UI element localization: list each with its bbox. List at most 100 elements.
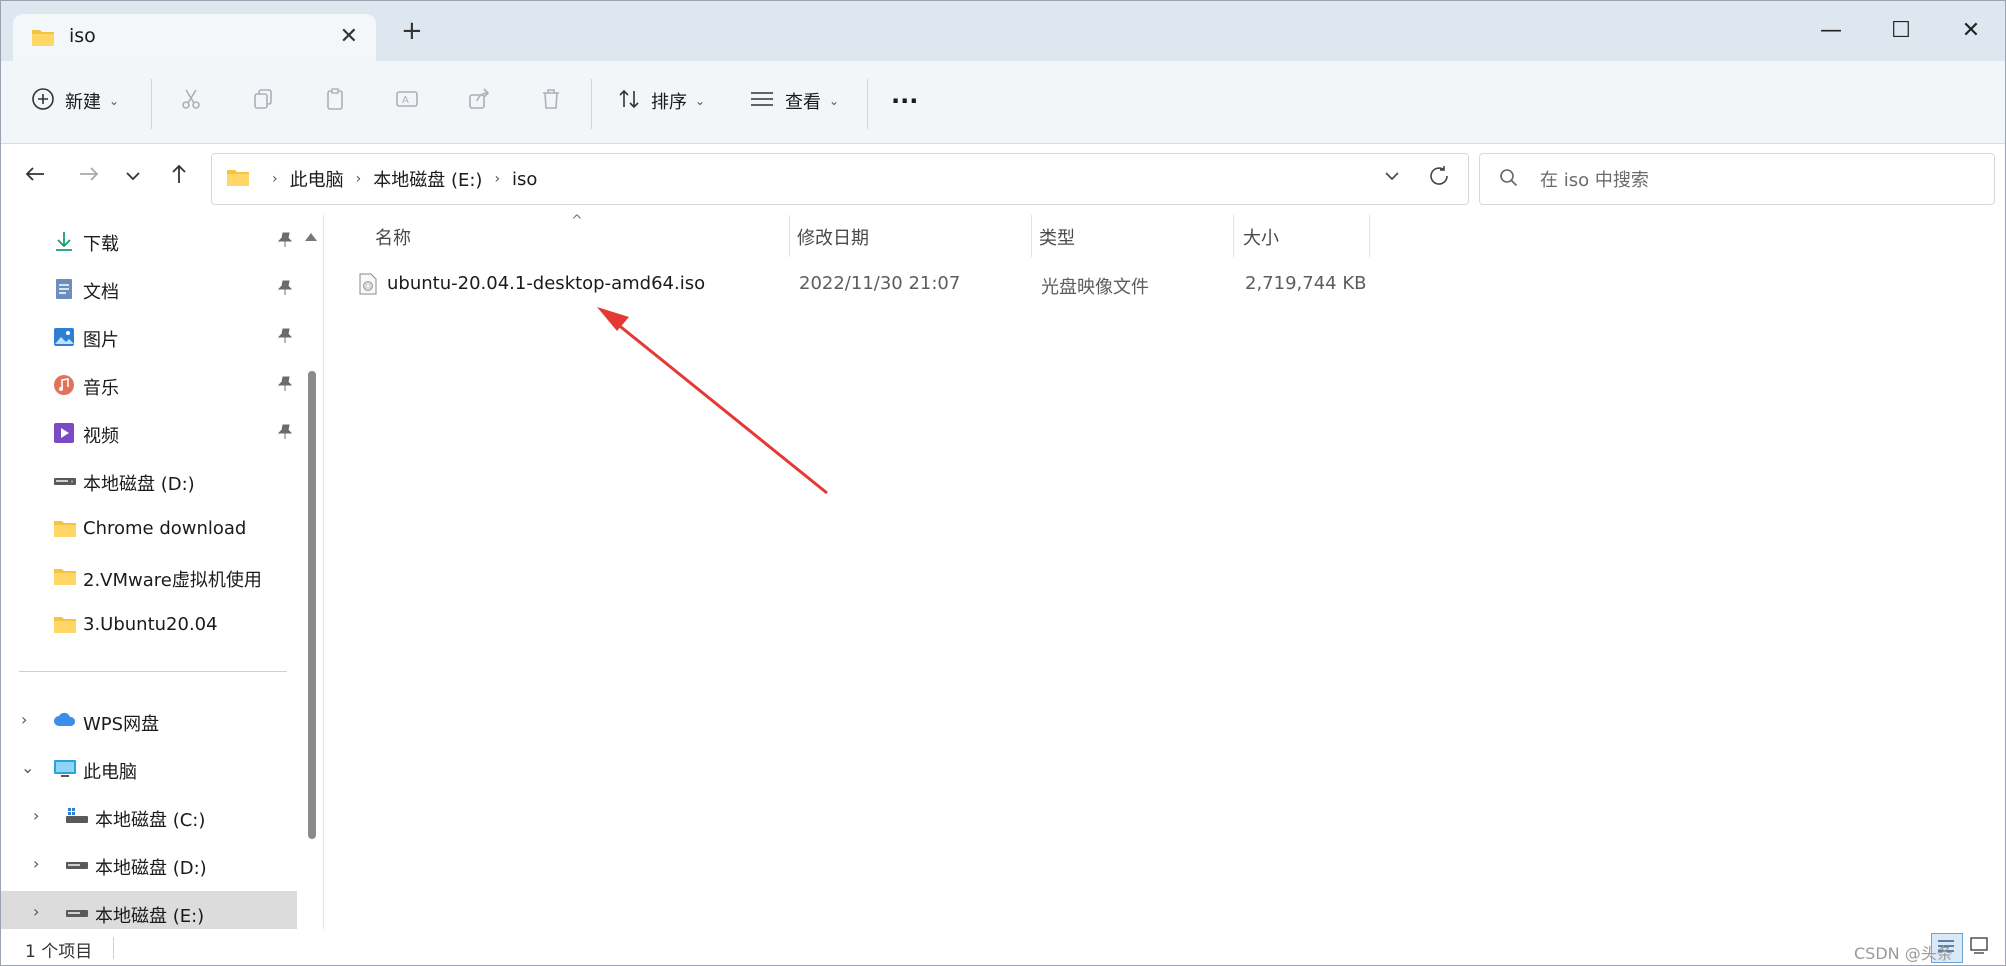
column-header-label: 修改日期 — [797, 228, 869, 249]
cloud-icon — [53, 710, 77, 735]
pictures-icon — [53, 326, 75, 353]
sidebar-item-vmware[interactable]: 2.VMware虚拟机使用 — [1, 555, 297, 599]
sidebar-item-label: 本地磁盘 (C:) — [95, 810, 206, 831]
column-divider[interactable] — [1233, 215, 1234, 257]
delete-button[interactable] — [539, 79, 563, 123]
sort-icon — [617, 87, 641, 116]
more-options-button[interactable]: ··· — [891, 79, 918, 123]
tab-iso[interactable]: iso ✕ — [13, 14, 376, 61]
pin-icon[interactable] — [277, 424, 293, 445]
column-header-type[interactable]: 类型 — [1039, 215, 1219, 259]
breadcrumb-iso[interactable]: iso — [512, 169, 537, 190]
sidebar-item-drive-d-tree[interactable]: › 本地磁盘 (D:) — [1, 843, 297, 887]
sidebar-item-drive-c[interactable]: › 本地磁盘 (C:) — [1, 795, 297, 839]
search-input[interactable] — [1538, 164, 1962, 196]
status-divider — [113, 937, 114, 959]
sidebar-item-this-pc[interactable]: ⌄ 此电脑 — [1, 747, 297, 791]
copy-icon — [251, 87, 275, 116]
sidebar-item-documents[interactable]: 文档 — [1, 267, 297, 311]
sidebar-scrollbar-thumb[interactable] — [308, 371, 316, 839]
sidebar-item-wps-cloud[interactable]: › WPS网盘 — [1, 699, 297, 743]
command-bar: 新建 ⌄ A 排序 ⌄ 查看 ⌄ ··· — [1, 61, 2005, 144]
file-row[interactable]: ubuntu-20.04.1-desktop-amd64.iso 2022/11… — [331, 265, 1371, 305]
folder-icon — [53, 614, 77, 639]
toolbar-divider — [151, 79, 152, 129]
view-label: 查看 — [785, 92, 821, 113]
scroll-up-arrow-icon[interactable] — [305, 233, 317, 241]
sidebar-item-label: 图片 — [83, 330, 119, 351]
search-box[interactable] — [1479, 153, 1995, 205]
view-list-icon — [749, 87, 775, 116]
sidebar-item-label: 本地磁盘 (D:) — [83, 474, 195, 495]
file-type: 光盘映像文件 — [1041, 277, 1149, 298]
sidebar-item-label: 本地磁盘 (E:) — [95, 906, 205, 927]
new-button[interactable]: 新建 ⌄ — [31, 79, 119, 123]
trash-icon — [539, 87, 563, 116]
column-header-size[interactable]: 大小 — [1243, 215, 1363, 259]
chevron-right-icon[interactable]: › — [21, 710, 27, 729]
paste-button[interactable] — [323, 79, 347, 123]
file-name[interactable]: ubuntu-20.04.1-desktop-amd64.iso — [387, 273, 705, 294]
column-divider[interactable] — [789, 215, 790, 257]
sidebar-item-label: 本地磁盘 (D:) — [95, 858, 207, 879]
maximize-button[interactable]: ☐ — [1871, 11, 1931, 51]
folder-icon — [226, 167, 250, 192]
close-window-button[interactable]: ✕ — [1941, 11, 2001, 51]
chevron-down-icon[interactable]: ⌄ — [21, 758, 34, 777]
view-button[interactable]: 查看 ⌄ — [749, 79, 839, 123]
cut-button[interactable] — [179, 79, 203, 123]
file-list: ^ 名称 修改日期 类型 大小 ubuntu-20.04.1-desktop-a… — [331, 213, 2005, 929]
back-button[interactable] — [17, 161, 53, 197]
more-icon: ··· — [891, 87, 919, 115]
pin-icon[interactable] — [277, 376, 293, 397]
address-bar[interactable]: › 此电脑 › 本地磁盘 (E:) › iso — [211, 153, 1469, 205]
address-history-dropdown-icon[interactable] — [1382, 166, 1402, 191]
chevron-down-icon: ⌄ — [109, 94, 120, 108]
search-icon — [1498, 167, 1520, 193]
breadcrumb-drive-e[interactable]: 本地磁盘 (E:) — [373, 166, 482, 192]
tiles-view-button[interactable] — [1965, 933, 1995, 961]
copy-button[interactable] — [251, 79, 275, 123]
disc-image-icon — [359, 273, 377, 300]
sidebar-item-videos[interactable]: 视频 — [1, 411, 297, 455]
sidebar-item-chrome-download[interactable]: Chrome download — [1, 507, 297, 551]
chevron-right-icon[interactable]: › — [33, 854, 39, 873]
sidebar-item-label: 此电脑 — [83, 762, 137, 783]
sidebar-item-drive-d[interactable]: 本地磁盘 (D:) — [1, 459, 297, 503]
sort-button[interactable]: 排序 ⌄ — [617, 79, 705, 123]
up-button[interactable] — [161, 161, 197, 197]
column-divider[interactable] — [1031, 215, 1032, 257]
drive-icon — [65, 854, 89, 881]
breadcrumb-this-pc[interactable]: 此电脑 — [290, 166, 344, 192]
new-tab-icon[interactable]: + — [401, 18, 423, 44]
chevron-down-icon: ⌄ — [829, 94, 840, 108]
close-tab-icon[interactable]: ✕ — [340, 24, 358, 49]
minimize-button[interactable]: — — [1801, 11, 1861, 51]
recent-locations-button[interactable] — [115, 161, 151, 197]
column-header-name[interactable]: 名称 — [375, 215, 715, 259]
pin-icon[interactable] — [277, 232, 293, 253]
share-icon — [467, 87, 491, 116]
share-button[interactable] — [467, 79, 491, 123]
column-divider[interactable] — [1369, 215, 1370, 257]
file-size: 2,719,744 KB — [1245, 273, 1367, 294]
sidebar-item-pictures[interactable]: 图片 — [1, 315, 297, 359]
computer-icon — [53, 758, 77, 785]
chevron-right-icon[interactable]: › — [33, 902, 39, 921]
clipboard-icon — [323, 87, 347, 116]
sidebar-item-drive-e[interactable]: › 本地磁盘 (E:) — [1, 891, 297, 929]
forward-button[interactable] — [71, 161, 107, 197]
chevron-right-icon[interactable]: › — [33, 806, 39, 825]
refresh-icon[interactable] — [1426, 163, 1452, 195]
rename-button[interactable]: A — [395, 79, 419, 123]
pin-icon[interactable] — [277, 280, 293, 301]
sidebar-item-music[interactable]: 音乐 — [1, 363, 297, 407]
drive-icon — [65, 806, 89, 833]
sidebar-item-ubuntu[interactable]: 3.Ubuntu20.04 — [1, 603, 297, 647]
pin-icon[interactable] — [277, 328, 293, 349]
chevron-down-icon — [126, 172, 140, 181]
sidebar-item-label: 2.VMware虚拟机使用 — [83, 570, 262, 591]
column-header-modified[interactable]: 修改日期 — [797, 215, 1017, 259]
sidebar-item-label: 下载 — [83, 234, 119, 255]
sidebar-item-downloads[interactable]: 下载 — [1, 219, 297, 263]
